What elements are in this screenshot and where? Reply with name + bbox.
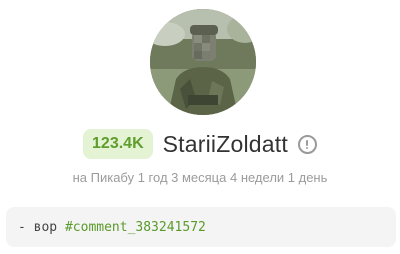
comment-link[interactable]: #comment_383241572	[65, 220, 206, 235]
profile-header: 123.4K StariiZoldatt на Пикабу 1 год 3 м…	[0, 0, 400, 254]
username: StariiZoldatt	[162, 130, 288, 157]
info-icon[interactable]	[297, 134, 317, 154]
about-text: - вор	[18, 219, 65, 235]
membership-duration: на Пикабу 1 год 3 месяца 4 недели 1 день	[72, 170, 328, 185]
about-box: - вор #comment_383241572	[6, 207, 396, 247]
avatar[interactable]	[150, 9, 256, 115]
rating-badge: 123.4K	[83, 129, 153, 159]
name-row: 123.4K StariiZoldatt	[0, 128, 400, 160]
avatar-photo	[150, 9, 256, 115]
